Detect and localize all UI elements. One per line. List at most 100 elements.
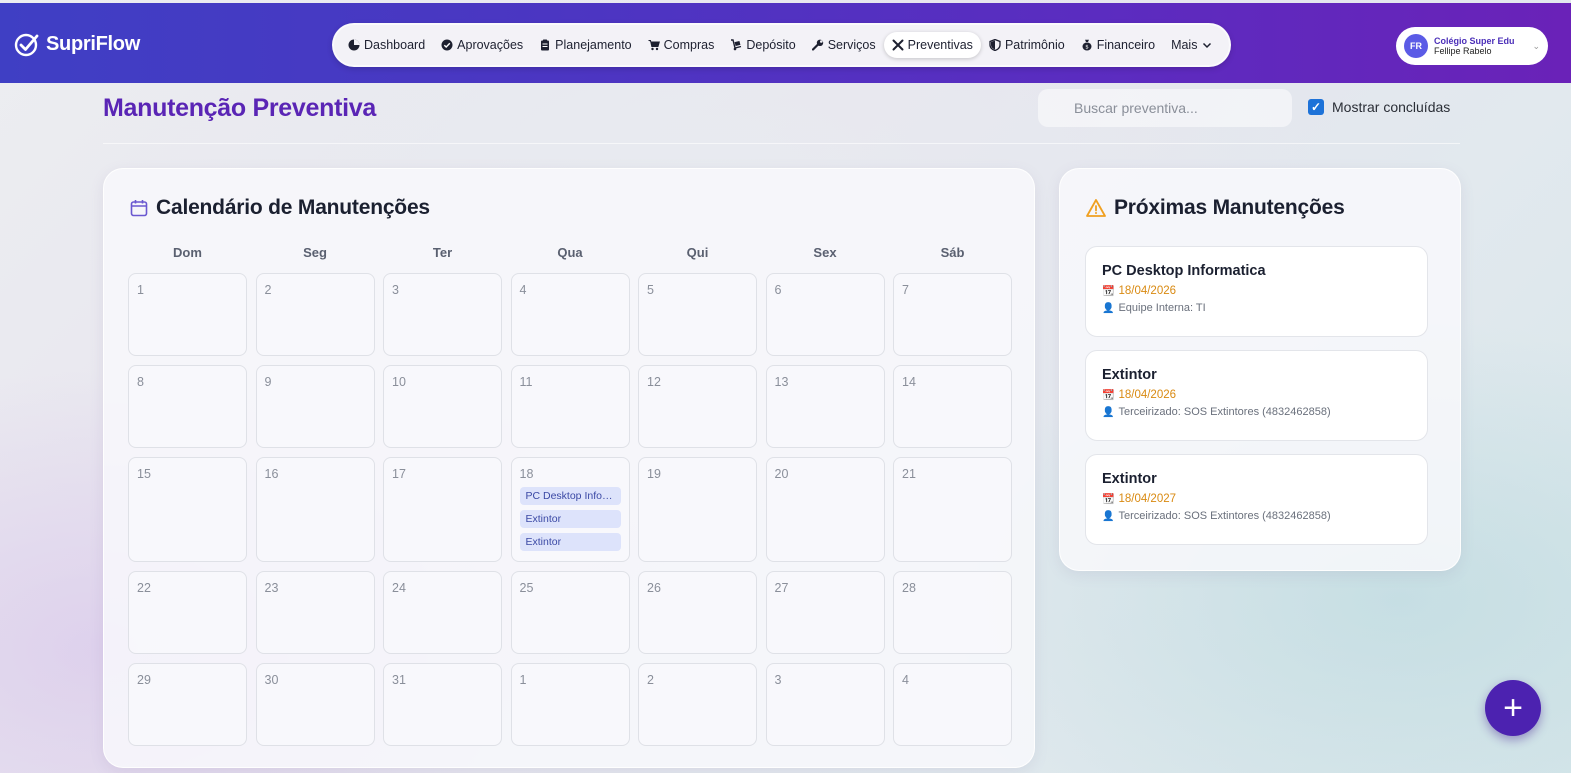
- calendar-day[interactable]: 22: [128, 571, 247, 654]
- chevron-down-icon: [1203, 42, 1212, 49]
- calendar-day[interactable]: 2: [255, 273, 375, 356]
- clipboard-icon: [541, 39, 550, 51]
- nav-item-mais[interactable]: Mais: [1163, 32, 1221, 58]
- add-maintenance-button[interactable]: +: [1485, 680, 1541, 736]
- calendar-day[interactable]: 26: [638, 571, 757, 654]
- upcoming-item-responsible-row: 👤 Equipe Interna: TI: [1102, 302, 1411, 314]
- calendar-day[interactable]: 20: [765, 457, 885, 562]
- calendar-day[interactable]: 6: [765, 273, 885, 356]
- calendar-day[interactable]: 2: [638, 663, 757, 746]
- show-completed-checkbox[interactable]: ✓: [1308, 99, 1324, 115]
- profile-menu[interactable]: FR Colégio Super Edu Fellipe Rabelo ⌄: [1396, 27, 1548, 65]
- calendar-day[interactable]: 31: [383, 663, 502, 746]
- calendar-day[interactable]: 13: [765, 365, 885, 448]
- day-number: 14: [902, 375, 916, 389]
- nav-item-planejamento[interactable]: Planejamento: [531, 32, 639, 58]
- nav-item-preventivas[interactable]: Preventivas: [883, 32, 981, 58]
- calendar-header: Calendário de Manutenções: [130, 196, 430, 220]
- nav-item-compras[interactable]: Compras: [640, 32, 723, 58]
- nav-item-servicos[interactable]: Serviços: [804, 32, 884, 58]
- day-number: 7: [902, 283, 909, 297]
- nav-item-patrimonio[interactable]: Patrimônio: [981, 32, 1073, 58]
- calendar-day[interactable]: 29: [128, 663, 247, 746]
- day-number: 22: [137, 581, 151, 595]
- upcoming-item-date-row: 📆 18/04/2026: [1102, 389, 1411, 401]
- upcoming-item-date: 18/04/2026: [1118, 285, 1177, 297]
- upcoming-item[interactable]: PC Desktop Informatica 📆 18/04/2026 👤 Equipe…: [1085, 246, 1428, 337]
- calendar-day[interactable]: 8: [128, 365, 247, 448]
- nav-label: Planejamento: [555, 38, 632, 52]
- calendar-day[interactable]: 18 PC Desktop Informatica Extintor Extintor: [510, 457, 630, 562]
- day-number: 29: [137, 673, 151, 687]
- calendar-day[interactable]: 10: [383, 365, 502, 448]
- nav-item-deposito[interactable]: Depósito: [722, 32, 803, 58]
- upcoming-item-name: Extintor: [1102, 471, 1157, 487]
- calendar-day[interactable]: 25: [510, 571, 630, 654]
- calendar-day[interactable]: 23: [255, 571, 375, 654]
- person-icon: 👤: [1102, 406, 1115, 418]
- day-number: 3: [774, 673, 782, 687]
- day-number: 19: [647, 467, 661, 481]
- calendar-day[interactable]: 14: [893, 365, 1012, 448]
- nav-item-financeiro[interactable]: $ Financeiro: [1073, 32, 1163, 58]
- calendar-day[interactable]: 5: [638, 273, 757, 356]
- calendar-event[interactable]: Extintor: [519, 533, 621, 551]
- upcoming-item-responsible: Terceirizado: SOS Extintores (4832462858…: [1118, 510, 1331, 522]
- calendar-day[interactable]: 28: [893, 571, 1012, 654]
- day-number: 15: [137, 467, 151, 481]
- day-number: 24: [392, 581, 406, 595]
- calendar-day[interactable]: 9: [255, 365, 375, 448]
- svg-text:$: $: [1085, 45, 1089, 51]
- upcoming-item[interactable]: Extintor 📆 18/04/2027 👤 Terceirizado: SOS Ex…: [1085, 454, 1428, 545]
- calendar-day[interactable]: 21: [893, 457, 1012, 562]
- person-icon: 👤: [1102, 302, 1115, 314]
- day-number: 18: [519, 467, 534, 481]
- day-number: 21: [902, 467, 916, 481]
- nav-label: Compras: [663, 38, 715, 52]
- weekday-label: Qui: [686, 245, 709, 260]
- calendar-day[interactable]: 11: [510, 365, 630, 448]
- day-number: 8: [137, 375, 144, 389]
- brand-logo[interactable]: SupriFlow: [14, 31, 140, 57]
- calendar-day[interactable]: 16: [255, 457, 375, 562]
- calendar-day[interactable]: 3: [765, 663, 885, 746]
- weekday-label: Sáb: [940, 245, 965, 260]
- calendar-day[interactable]: 19: [638, 457, 757, 562]
- calendar-day[interactable]: 17: [383, 457, 502, 562]
- weekday-label: Ter: [432, 245, 453, 260]
- show-completed-toggle[interactable]: ✓ Mostrar concluídas: [1308, 99, 1450, 115]
- calendar-day[interactable]: 30: [255, 663, 375, 746]
- profile-text: Colégio Super Edu Fellipe Rabelo: [1434, 36, 1515, 56]
- day-number: 2: [264, 283, 272, 297]
- search-input[interactable]: [1038, 89, 1292, 127]
- calendar-day[interactable]: 1: [510, 663, 630, 746]
- nav-item-aprovacoes[interactable]: Aprovações: [433, 32, 531, 58]
- upcoming-item-responsible: Equipe Interna: TI: [1118, 302, 1206, 314]
- check-circle-icon: [441, 39, 453, 51]
- day-number: 4: [902, 673, 909, 687]
- calendar-day[interactable]: 24: [383, 571, 502, 654]
- calendar-event[interactable]: Extintor: [519, 510, 621, 528]
- day-number: 5: [647, 283, 654, 297]
- calendar-event[interactable]: PC Desktop Informatica: [519, 487, 621, 505]
- day-number: 6: [774, 283, 782, 297]
- day-number: 4: [519, 283, 527, 297]
- nav-item-dashboard[interactable]: Dashboard: [340, 32, 433, 58]
- weekday-header: Dom Seg Ter Qua Qui Sex Sáb: [128, 245, 1012, 260]
- day-number: 10: [392, 375, 406, 389]
- calendar-day[interactable]: 4: [893, 663, 1012, 746]
- calendar-day[interactable]: 4: [510, 273, 630, 356]
- dolly-icon: [731, 39, 742, 51]
- upcoming-header: Próximas Manutenções: [1086, 196, 1345, 220]
- calendar-day[interactable]: 7: [893, 273, 1012, 356]
- upcoming-item-responsible-row: 👤 Terceirizado: SOS Extintores (483246285…: [1102, 406, 1411, 418]
- calendar-day[interactable]: 3: [383, 273, 502, 356]
- calendar-day[interactable]: 1: [128, 273, 247, 356]
- day-number: 30: [264, 673, 279, 687]
- calendar-day[interactable]: 12: [638, 365, 757, 448]
- nav-label: Preventivas: [907, 38, 973, 52]
- calendar-day[interactable]: 15: [128, 457, 247, 562]
- calendar-day[interactable]: 27: [765, 571, 885, 654]
- upcoming-item[interactable]: Extintor 📆 18/04/2026 👤 Terceirizado: SOS Ex…: [1085, 350, 1428, 441]
- upcoming-card: Próximas Manutenções PC Desktop Informat…: [1059, 168, 1461, 571]
